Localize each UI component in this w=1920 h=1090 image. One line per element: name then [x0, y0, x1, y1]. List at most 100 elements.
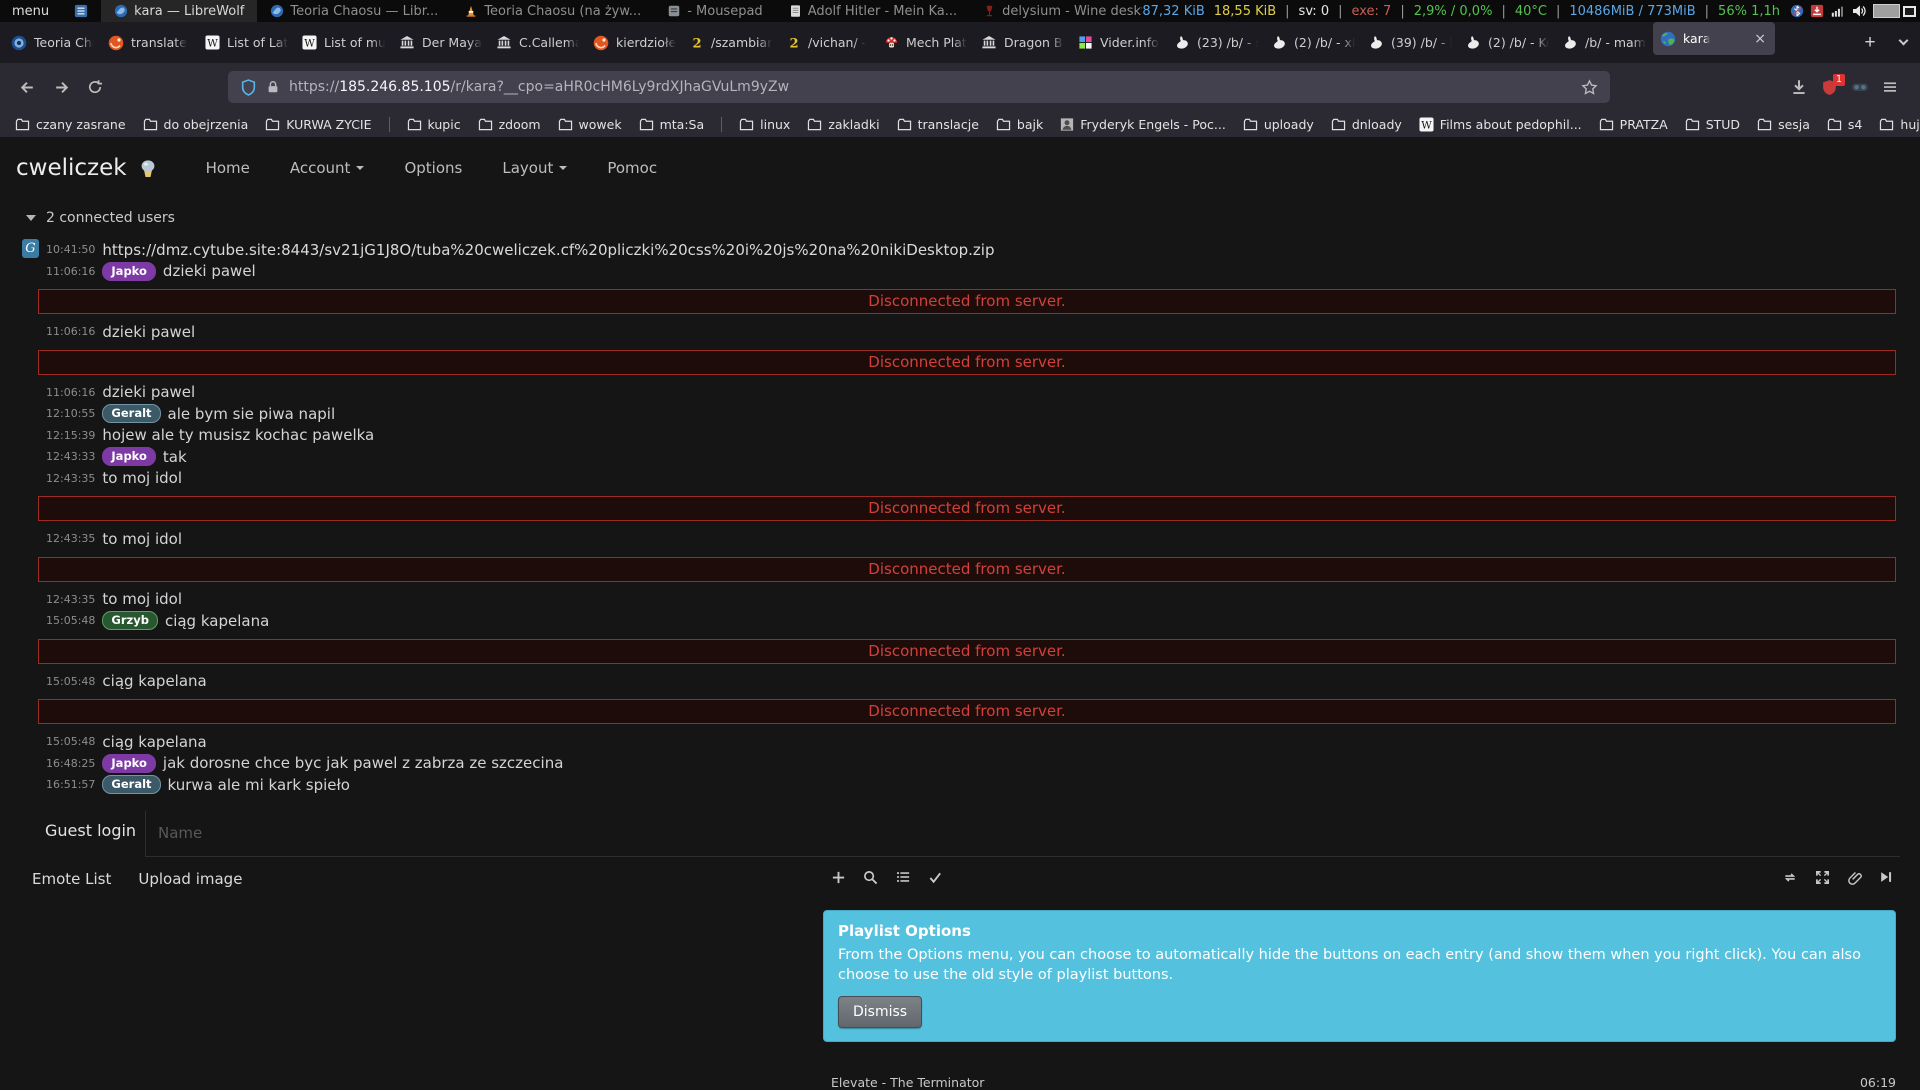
url-bar[interactable]: https://185.246.85.105/r/kara?__cpo=aHR0… [228, 71, 1610, 103]
message-timestamp: 15:05:48 [46, 735, 96, 749]
tab[interactable]: Dragon Ba [974, 22, 1071, 63]
nav-link-layout[interactable]: Layout [482, 152, 587, 184]
rabbit-icon [1466, 35, 1481, 50]
window-button[interactable]: Teoria Chaosu (na żyw... [451, 0, 654, 22]
tab[interactable]: translate [101, 22, 198, 63]
link-icon[interactable] [1847, 870, 1862, 885]
upload-image-button[interactable]: Upload image [138, 870, 242, 888]
ublock-icon[interactable]: 1 [1821, 73, 1845, 96]
guest-name-input[interactable] [145, 810, 1900, 857]
window-button[interactable]: Adolf Hitler - Mein Ka... [776, 0, 970, 22]
volume-icon[interactable] [1851, 3, 1867, 19]
chat-message: 16:51:57 Geralt kurwa ale mi kark spieło [46, 774, 1896, 796]
tab-overflow-button[interactable] [1890, 29, 1916, 57]
back-button[interactable] [10, 71, 44, 103]
message-link[interactable]: https://dmz.cytube.site:8443/sv21jG1J8O/… [102, 241, 994, 259]
expand-icon[interactable] [1815, 870, 1830, 885]
bookmark-label: KURWA ZYCIE [286, 116, 372, 132]
userlist-toggle[interactable]: 2 connected users [0, 184, 1920, 226]
tab[interactable]: Vider.info [1071, 22, 1168, 63]
add-icon[interactable] [831, 870, 846, 885]
nav-link-account[interactable]: Account [270, 152, 385, 184]
bookmark-item[interactable]: W Films about pedophil... [1419, 117, 1582, 132]
bookmark-label: bajk [1016, 116, 1044, 132]
site-brand[interactable]: cweliczek [16, 155, 160, 181]
dismiss-button[interactable]: Dismiss [838, 995, 923, 1028]
shield-icon[interactable] [240, 78, 257, 96]
bookmark-item[interactable]: Fryderyk Engels - Poc... [1060, 117, 1226, 132]
bookmark-item[interactable]: PRATZA [1599, 117, 1668, 132]
tab-close-button[interactable]: × [1752, 30, 1768, 48]
system-stat: | [1338, 3, 1343, 19]
window-button[interactable]: kara — LibreWolf [101, 0, 258, 22]
bookmark-item[interactable]: zdoom [478, 117, 541, 132]
tab[interactable]: W List of Lati [198, 22, 295, 63]
reload-button[interactable] [78, 71, 112, 103]
tab[interactable]: (23) /b/ - s [1168, 22, 1265, 63]
tab[interactable]: 2/vichan/ - [780, 22, 877, 63]
queue-item[interactable]: Elevate - The Terminator 06:19 [831, 1075, 1896, 1090]
tab[interactable]: Mech Plat [877, 22, 974, 63]
window-button[interactable]: delysium - Wine deskt... [970, 0, 1142, 22]
chevron-down-icon [1898, 35, 1908, 46]
tab-active[interactable]: kara × [1653, 22, 1775, 55]
tab[interactable]: W List of mu [295, 22, 392, 63]
window-button[interactable] [61, 0, 101, 22]
vlc-icon [464, 4, 478, 18]
search-icon[interactable] [863, 870, 878, 885]
window-title: delysium - Wine deskt... [1002, 3, 1142, 19]
bookmark-item[interactable]: zakladki [807, 117, 880, 132]
nav-link-home[interactable]: Home [186, 152, 270, 184]
bookmark-item[interactable]: uploady [1243, 117, 1314, 132]
bookmark-item[interactable]: translacje [897, 117, 979, 132]
tab[interactable]: (39) /b/ - k [1362, 22, 1459, 63]
bookmark-star-icon[interactable] [1581, 78, 1598, 96]
bookmark-item[interactable]: STUD [1685, 117, 1740, 132]
goggles-icon[interactable] [1851, 78, 1869, 96]
tab[interactable]: (2) /b/ - Ko [1459, 22, 1556, 63]
bookmark-item[interactable]: s4 [1827, 117, 1862, 132]
tab-title: List of mu [324, 35, 385, 50]
bookmark-item[interactable]: sesja [1757, 117, 1810, 132]
window-button[interactable]: Teoria Chaosu — Libr... [257, 0, 451, 22]
bookmark-item[interactable]: czany zasrane [15, 117, 126, 132]
bookmark-item[interactable]: huj [1879, 117, 1920, 132]
check-icon[interactable] [928, 870, 943, 885]
tab[interactable]: C.Callema [489, 22, 586, 63]
workspace-1[interactable] [1873, 4, 1900, 18]
tab[interactable]: Der Maya [392, 22, 489, 63]
system-menu-button[interactable]: menu [4, 4, 57, 19]
tab[interactable]: 2/szambiar [683, 22, 780, 63]
bookmark-label: STUD [1705, 116, 1741, 132]
workspace-pager[interactable] [1873, 4, 1916, 18]
bookmark-item[interactable]: kupic [407, 117, 461, 132]
bookmark-item[interactable]: wowek [558, 117, 622, 132]
downloader-icon[interactable] [1810, 4, 1824, 18]
bookmark-item[interactable]: do obejrzenia [143, 117, 248, 132]
workspace-2[interactable] [1903, 5, 1916, 17]
menu-icon[interactable] [1882, 79, 1898, 95]
bookmark-item[interactable]: KURWA ZYCIE [265, 116, 372, 132]
playlist-icon[interactable] [895, 870, 911, 884]
nav-link-pomoc[interactable]: Pomoc [587, 152, 677, 184]
nav-link-options[interactable]: Options [384, 152, 482, 184]
emote-list-button[interactable]: Emote List [32, 870, 111, 888]
chat-message: 12:43:33 Japko tak [46, 446, 1896, 468]
forward-button[interactable] [44, 71, 78, 103]
bookmark-item[interactable]: dnloady [1331, 117, 1402, 132]
window-button[interactable]: - Mousepad [654, 0, 775, 22]
signal-icon[interactable] [1830, 4, 1845, 18]
tab[interactable]: /b/ - mam [1556, 22, 1653, 63]
bookmark-item[interactable]: bajk [996, 117, 1043, 132]
new-tab-button[interactable]: + [1856, 29, 1884, 57]
tab[interactable]: (2) /b/ - xD [1265, 22, 1362, 63]
tab[interactable]: kierdziołe [586, 22, 683, 63]
repeat-icon[interactable] [1782, 870, 1798, 885]
bookmark-item[interactable]: linux [739, 117, 790, 132]
downloads-icon[interactable] [1790, 78, 1808, 96]
lock-icon[interactable] [266, 80, 280, 94]
next-icon[interactable] [1879, 870, 1893, 884]
bluetooth-icon[interactable] [1790, 4, 1804, 18]
bookmark-item[interactable]: mta:Sa [639, 117, 704, 132]
tab[interactable]: Teoria Cha [4, 22, 101, 63]
